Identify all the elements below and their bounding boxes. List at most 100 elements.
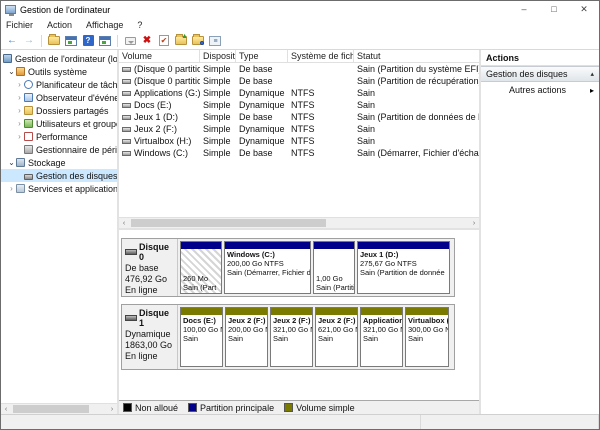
- check-properties-icon[interactable]: ✔: [157, 34, 171, 47]
- tree-item-device-manager[interactable]: Gestionnaire de périphériques: [1, 143, 117, 156]
- export-list-icon[interactable]: [47, 34, 61, 47]
- chevron-right-icon[interactable]: ›: [15, 119, 24, 128]
- scrollbar-thumb[interactable]: [13, 405, 89, 413]
- chevron-right-icon[interactable]: ›: [7, 184, 16, 193]
- volume-row[interactable]: Applications (G:) Simple Dynamique NTFS …: [119, 87, 479, 99]
- scroll-right-icon[interactable]: ›: [107, 406, 117, 413]
- partition-color-bar: [358, 242, 449, 249]
- volume-row[interactable]: Jeux 2 (F:) Simple Dynamique NTFS Sain: [119, 123, 479, 135]
- show-window-icon[interactable]: [98, 34, 112, 47]
- menu-affichage[interactable]: Affichage: [86, 20, 123, 30]
- console-window-icon[interactable]: [64, 34, 78, 47]
- volume-icon: [122, 115, 131, 120]
- back-icon[interactable]: ←: [5, 34, 19, 47]
- window-title: Gestion de l'ordinateur: [20, 5, 110, 15]
- partition-recovery[interactable]: 1,00 Go Sain (Partitio: [313, 241, 355, 294]
- forward-icon[interactable]: →: [22, 34, 36, 47]
- tree-item-services-applications[interactable]: › Services et applications: [1, 182, 117, 195]
- toolbar: ← → ? ✖ ✔ ▲ ≡: [1, 32, 599, 50]
- tree-item-performance[interactable]: › Performance: [1, 130, 117, 143]
- console-tree: Gestion de l'ordinateur (local) ⌄ Outils…: [1, 50, 117, 403]
- partition-windows-c[interactable]: Windows (C:) 200,00 Go NTFS Sain (Démarr…: [224, 241, 311, 294]
- actions-group-disk-management[interactable]: Gestion des disques ▴: [481, 66, 599, 82]
- computer-management-window: Gestion de l'ordinateur – □ ✕ Fichier Ac…: [0, 0, 600, 430]
- volume-row[interactable]: Docs (E:) Simple Dynamique NTFS Sain: [119, 99, 479, 111]
- scroll-left-icon[interactable]: ‹: [1, 406, 11, 413]
- column-header-filesystem[interactable]: Système de fichiers: [288, 50, 354, 62]
- device-manager-icon: [24, 145, 33, 154]
- scrollbar-track[interactable]: [129, 218, 469, 228]
- volume-row[interactable]: (Disque 0 partition 4) Simple De base Sa…: [119, 75, 479, 87]
- menu-action[interactable]: Action: [47, 20, 72, 30]
- volume-jeux2-f-3[interactable]: Jeux 2 (F:) 621,00 Go NT Sain: [315, 307, 358, 367]
- volume-row[interactable]: Jeux 1 (D:) Simple De base NTFS Sain (Pa…: [119, 111, 479, 123]
- close-button[interactable]: ✕: [569, 1, 599, 18]
- partition-color-bar: [316, 308, 357, 315]
- chevron-down-icon[interactable]: ⌄: [7, 67, 16, 76]
- volume-jeux2-f-2[interactable]: Jeux 2 (F:) 321,00 Go N' Sain: [270, 307, 313, 367]
- minimize-button[interactable]: –: [509, 1, 539, 18]
- disk-management-icon: [24, 174, 33, 180]
- disk-icon: [125, 315, 137, 321]
- tree-item-system-tools[interactable]: ⌄ Outils système: [1, 65, 117, 78]
- event-viewer-icon: [24, 93, 33, 102]
- tree-item-event-viewer[interactable]: › Observateur d'événements: [1, 91, 117, 104]
- volume-list-horizontal-scrollbar[interactable]: ‹ ›: [119, 217, 479, 228]
- chevron-right-icon[interactable]: ›: [15, 93, 24, 102]
- volume-jeux2-f-1[interactable]: Jeux 2 (F:) 200,00 Go N Sain: [225, 307, 268, 367]
- tooltip-icon[interactable]: [123, 34, 137, 47]
- partition-color-bar: [361, 308, 402, 315]
- collapse-caret-icon[interactable]: ▴: [590, 70, 594, 78]
- disk-1-row: Disque 1 Dynamique 1863,00 Go En ligne D…: [121, 304, 455, 370]
- status-segment: [421, 415, 599, 429]
- column-header-volume[interactable]: Volume: [119, 50, 200, 62]
- tree-horizontal-scrollbar[interactable]: ‹ ›: [1, 403, 117, 414]
- chevron-right-icon[interactable]: ›: [15, 106, 24, 115]
- tree-item-local-users-groups[interactable]: › Utilisateurs et groupes locaux: [1, 117, 117, 130]
- disk-1-label[interactable]: Disque 1 Dynamique 1863,00 Go En ligne: [122, 305, 178, 369]
- tree-item-shared-folders[interactable]: › Dossiers partagés: [1, 104, 117, 117]
- folder-search-icon[interactable]: [191, 34, 205, 47]
- tree-item-computer-management[interactable]: Gestion de l'ordinateur (local): [1, 52, 117, 65]
- scrollbar-thumb[interactable]: [131, 219, 326, 227]
- column-header-disposition[interactable]: Disposition: [200, 50, 236, 62]
- help-icon[interactable]: ?: [81, 34, 95, 47]
- maximize-button[interactable]: □: [539, 1, 569, 18]
- scrollbar-track[interactable]: [11, 404, 107, 414]
- volume-docs-e[interactable]: Docs (E:) 100,00 Go N Sain: [180, 307, 223, 367]
- volume-icon: [122, 139, 131, 144]
- tree-item-task-scheduler[interactable]: › Planificateur de tâches: [1, 78, 117, 91]
- system-tools-icon: [16, 67, 25, 76]
- toolbar-separator: [117, 35, 118, 47]
- chevron-down-icon[interactable]: ⌄: [7, 158, 16, 167]
- volume-applications-g[interactable]: Applications 321,00 Go N' Sain: [360, 307, 403, 367]
- partition-color-bar: [226, 308, 267, 315]
- column-header-type[interactable]: Type: [236, 50, 288, 62]
- chevron-right-icon[interactable]: ›: [15, 80, 24, 89]
- tree-item-disk-management[interactable]: Gestion des disques: [1, 169, 117, 182]
- actions-item-autres-actions[interactable]: Autres actions ▸: [481, 82, 599, 98]
- properties-icon[interactable]: ≡: [208, 34, 222, 47]
- disk-graphical-view: Disque 0 De base 476,92 Go En ligne 260 …: [119, 230, 479, 400]
- folder-up-icon[interactable]: ▲: [174, 34, 188, 47]
- main-area: Gestion de l'ordinateur (local) ⌄ Outils…: [1, 50, 599, 414]
- partition-efi[interactable]: 260 Mo Sain (Part: [180, 241, 222, 294]
- partition-color-bar: [314, 242, 354, 249]
- scroll-right-icon[interactable]: ›: [469, 220, 479, 227]
- volume-row[interactable]: (Disque 0 partition 1) Simple De base Sa…: [119, 63, 479, 75]
- delete-icon[interactable]: ✖: [140, 34, 154, 47]
- status-segment: [1, 415, 421, 429]
- disk-0-label[interactable]: Disque 0 De base 476,92 Go En ligne: [122, 239, 178, 296]
- scroll-left-icon[interactable]: ‹: [119, 220, 129, 227]
- column-header-status[interactable]: Statut: [354, 50, 479, 62]
- chevron-right-icon[interactable]: ›: [15, 132, 24, 141]
- legend-unallocated: Non alloué: [123, 403, 178, 413]
- menu-help[interactable]: ?: [137, 20, 142, 30]
- tree-item-storage[interactable]: ⌄ Stockage: [1, 156, 117, 169]
- volume-row[interactable]: Windows (C:) Simple De base NTFS Sain (D…: [119, 147, 479, 159]
- partition-jeux1-d[interactable]: Jeux 1 (D:) 275,67 Go NTFS Sain (Partiti…: [357, 241, 450, 294]
- task-scheduler-icon: [24, 80, 33, 89]
- menu-fichier[interactable]: Fichier: [6, 20, 33, 30]
- volume-virtualbox-h[interactable]: Virtualbox ( 300,00 Go NT Sain: [405, 307, 449, 367]
- volume-row[interactable]: Virtualbox (H:) Simple Dynamique NTFS Sa…: [119, 135, 479, 147]
